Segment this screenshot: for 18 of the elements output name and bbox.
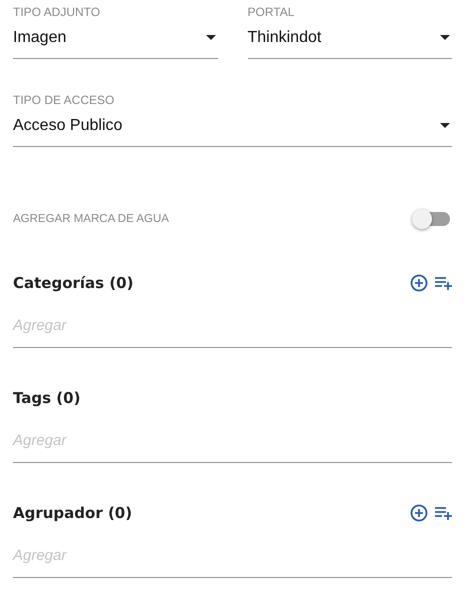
field-label: TIPO ADJUNTO <box>13 5 102 19</box>
add-circle-icon[interactable] <box>410 274 428 292</box>
select-field[interactable]: Thinkindot <box>248 19 452 59</box>
section-title: Agrupador (0) <box>13 504 132 522</box>
dropdown-caret-icon <box>440 123 450 128</box>
playlist-add-icon[interactable] <box>434 274 452 292</box>
field-label: PORTAL <box>248 5 296 19</box>
field-label: TIPO DE ACCESO <box>13 93 116 107</box>
dropdown-caret-icon <box>206 35 216 40</box>
toggle-label: AGREGAR MARCA DE AGUA <box>13 213 169 225</box>
section-title: Categorías (0) <box>13 274 134 292</box>
add-circle-icon[interactable] <box>410 504 428 522</box>
section-title: Tags (0) <box>13 389 80 407</box>
select-field[interactable]: Imagen <box>13 19 218 59</box>
playlist-add-icon[interactable] <box>434 504 452 522</box>
select-field[interactable]: Acceso Publico <box>13 107 452 147</box>
dropdown-caret-icon <box>440 35 450 40</box>
toggle-switch[interactable] <box>414 212 450 226</box>
